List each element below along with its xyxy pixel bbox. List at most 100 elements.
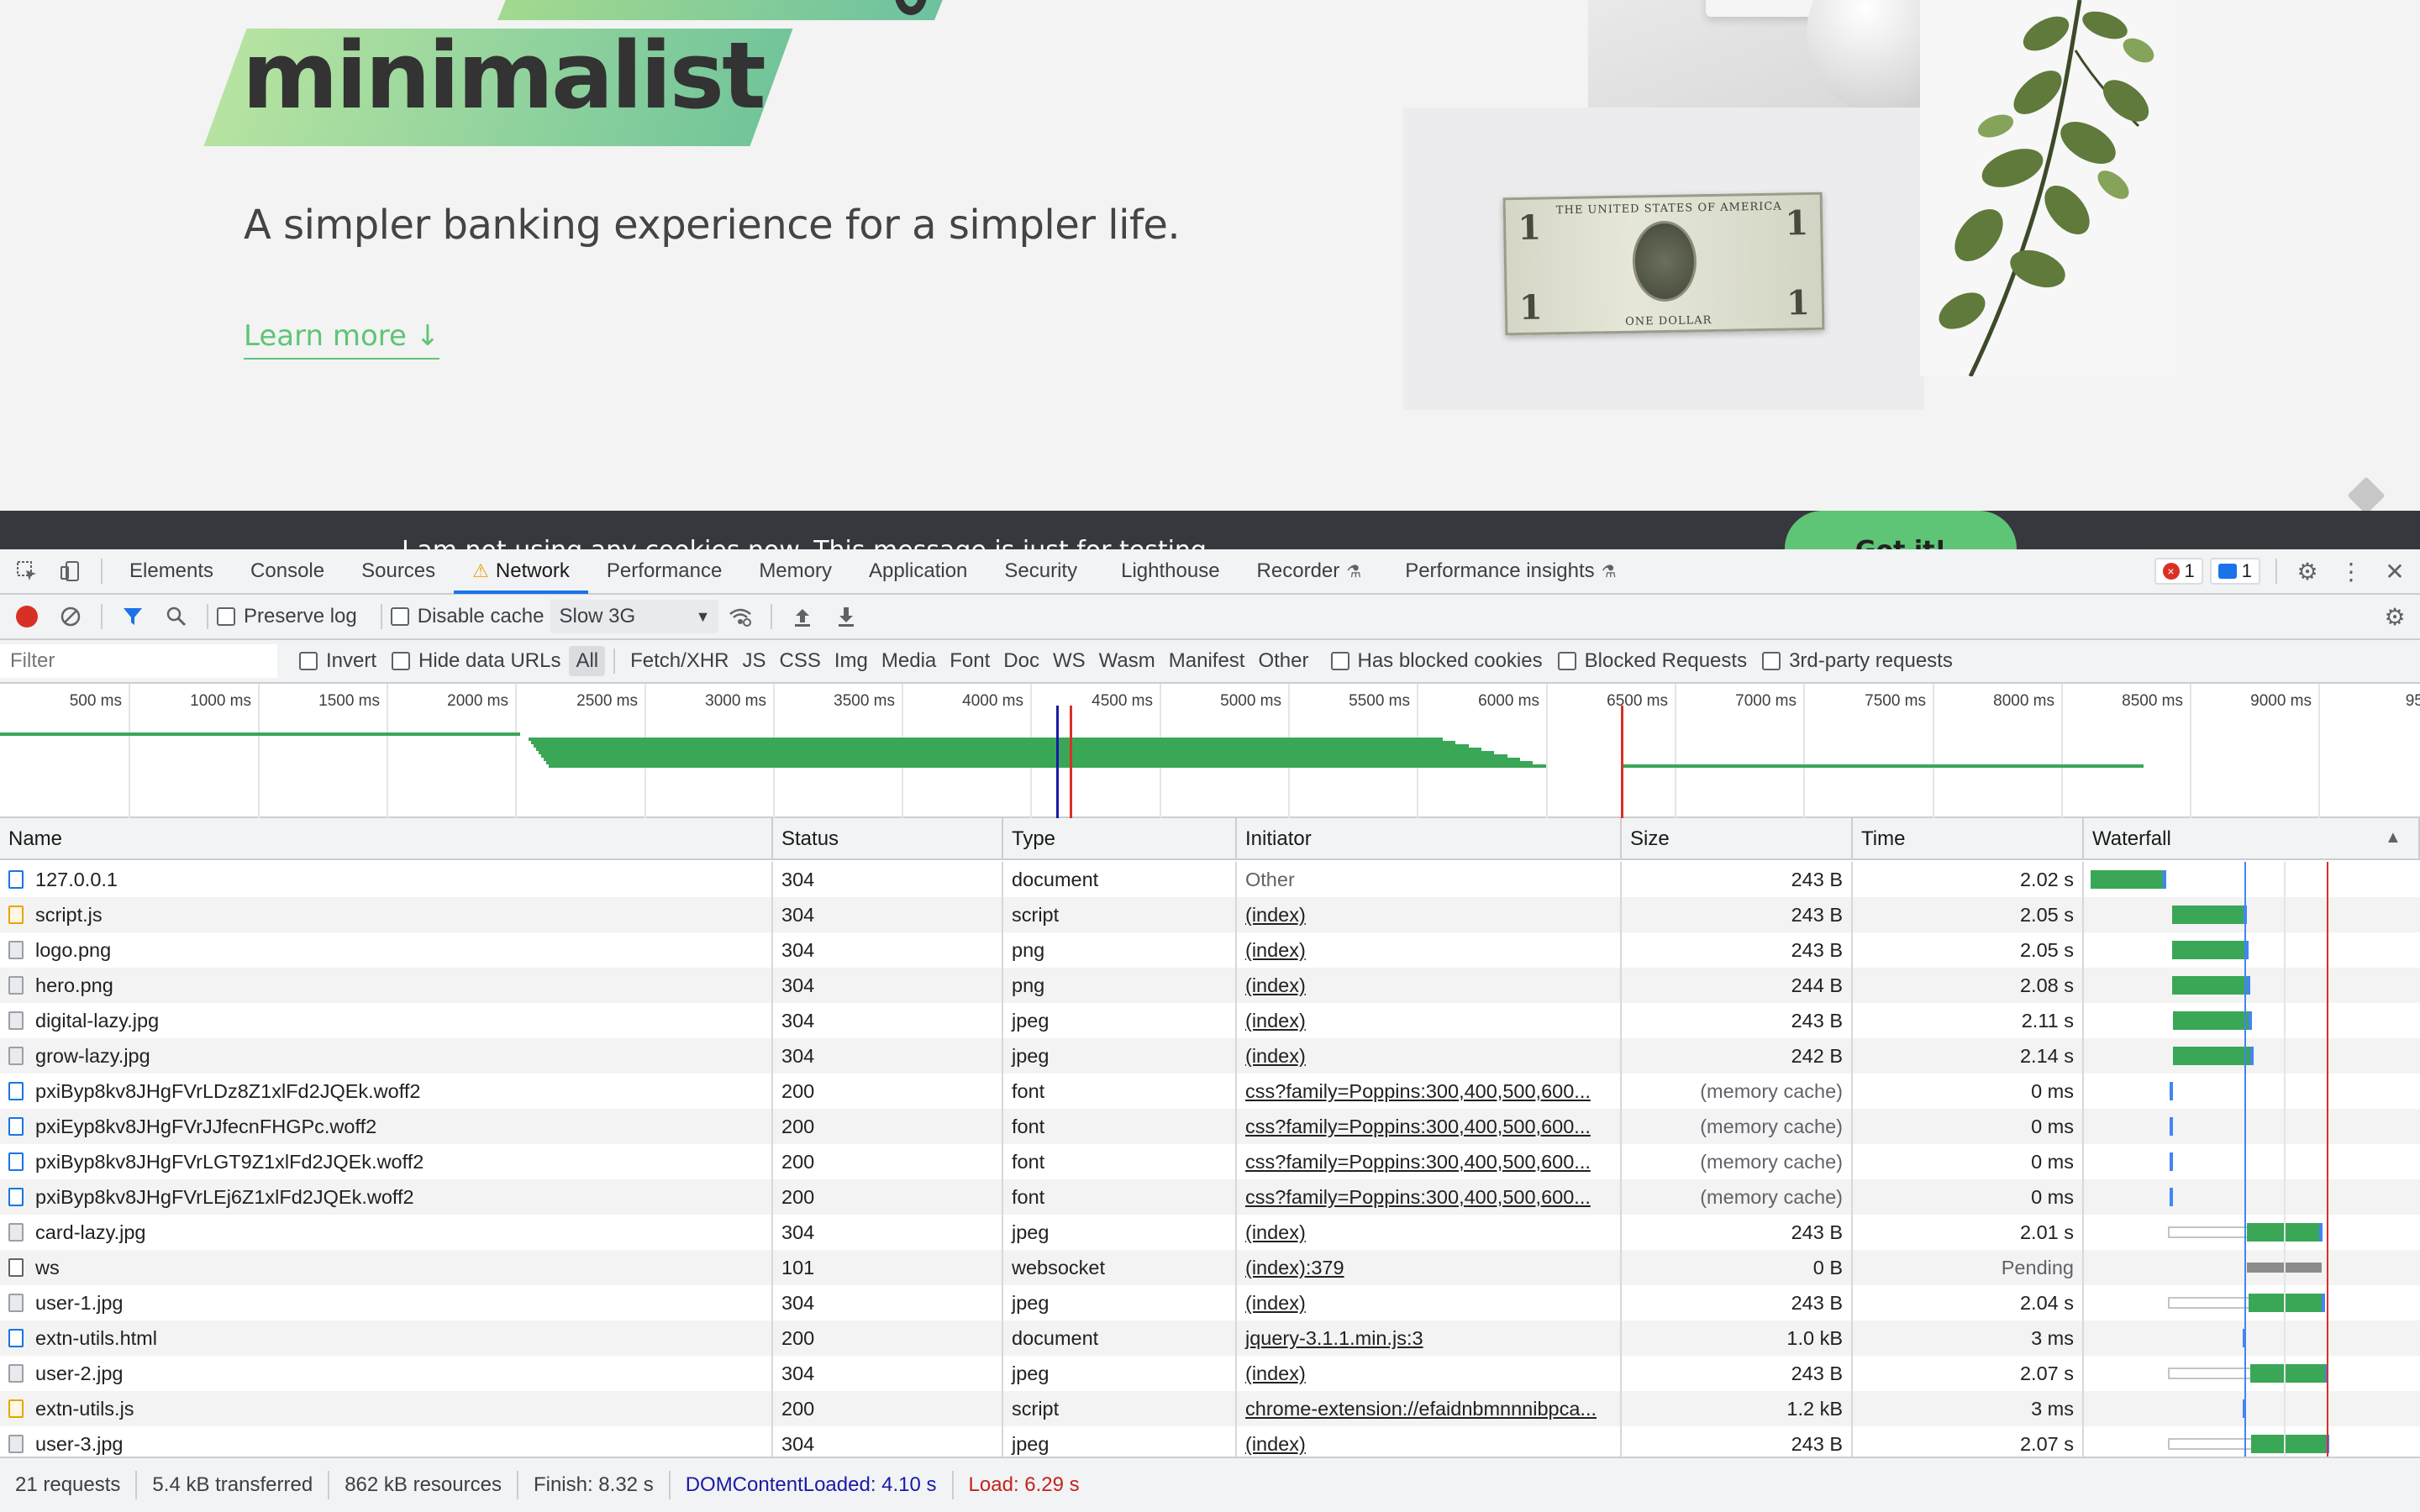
checkbox-box bbox=[299, 652, 318, 670]
error-count-badge[interactable]: × 1 bbox=[2154, 558, 2203, 585]
filter-type-media[interactable]: Media bbox=[875, 646, 943, 676]
cell-initiator[interactable]: css?family=Poppins:300,400,500,600... bbox=[1237, 1074, 1622, 1109]
column-header-time[interactable]: Time bbox=[1853, 818, 2084, 860]
filter-type-ws[interactable]: WS bbox=[1046, 646, 1092, 676]
cell-initiator[interactable]: css?family=Poppins:300,400,500,600... bbox=[1237, 1109, 1622, 1144]
tab-sources[interactable]: Sources bbox=[343, 549, 454, 594]
tab-lighthouse[interactable]: Lighthouse bbox=[1102, 549, 1238, 594]
table-row[interactable]: user-1.jpg 304 jpeg (index) 243 B 2.04 s bbox=[0, 1285, 2420, 1320]
column-header-size[interactable]: Size bbox=[1622, 818, 1853, 860]
cell-initiator[interactable]: (index) bbox=[1237, 968, 1622, 1003]
filter-type-css[interactable]: CSS bbox=[773, 646, 828, 676]
tab-memory[interactable]: Memory bbox=[740, 549, 850, 594]
message-count-badge[interactable]: 1 bbox=[2209, 558, 2260, 585]
table-row[interactable]: extn-utils.js 200 script chrome-extension:/… bbox=[0, 1391, 2420, 1426]
learn-more-link[interactable]: Learn more ↓ bbox=[244, 319, 440, 360]
tab-recorder[interactable]: Recorder ⚗ bbox=[1239, 549, 1381, 594]
table-row[interactable]: hero.png 304 png (index) 244 B 2.08 s bbox=[0, 968, 2420, 1003]
filter-type-wasm[interactable]: Wasm bbox=[1092, 646, 1162, 676]
table-row[interactable]: user-2.jpg 304 jpeg (index) 243 B 2.07 s bbox=[0, 1356, 2420, 1391]
cell-type: jpeg bbox=[1003, 1356, 1237, 1391]
filter-icon[interactable] bbox=[111, 595, 155, 638]
disable-cache-checkbox[interactable]: Disable cache bbox=[390, 605, 544, 628]
table-row[interactable]: grow-lazy.jpg 304 jpeg (index) 242 B 2.14 s bbox=[0, 1038, 2420, 1074]
tab-network[interactable]: ⚠ Network bbox=[454, 549, 588, 594]
network-conditions-icon[interactable] bbox=[718, 595, 762, 638]
table-row[interactable]: card-lazy.jpg 304 jpeg (index) 243 B 2.01 s bbox=[0, 1215, 2420, 1250]
clear-icon[interactable] bbox=[49, 595, 92, 638]
divider bbox=[380, 604, 382, 629]
table-row[interactable]: logo.png 304 png (index) 243 B 2.05 s bbox=[0, 932, 2420, 968]
network-overview-timeline[interactable]: 500 ms 1000 ms 1500 ms 2000 ms 2500 ms 3000 m… bbox=[0, 684, 2420, 818]
import-har-icon[interactable] bbox=[781, 595, 824, 638]
cell-name: extn-utils.html bbox=[0, 1320, 773, 1356]
more-options-icon[interactable]: ⋮ bbox=[2329, 549, 2373, 593]
inspect-element-icon[interactable] bbox=[5, 549, 49, 593]
cell-size: 242 B bbox=[1622, 1038, 1853, 1074]
table-row[interactable]: user-3.jpg 304 jpeg (index) 243 B 2.07 s bbox=[0, 1426, 2420, 1457]
table-row[interactable]: extn-utils.html 200 document jquery-3.1.1.m… bbox=[0, 1320, 2420, 1356]
table-row[interactable]: digital-lazy.jpg 304 jpeg (index) 243 B 2.11 … bbox=[0, 1003, 2420, 1038]
tab-performance[interactable]: Performance bbox=[588, 549, 740, 594]
cell-initiator[interactable]: (index) bbox=[1237, 1038, 1622, 1074]
cell-initiator[interactable]: jquery-3.1.1.min.js:3 bbox=[1237, 1320, 1622, 1356]
table-row[interactable]: 127.0.0.1 304 document Other 243 B 2.02 s bbox=[0, 862, 2420, 897]
cell-initiator[interactable]: chrome-extension://efaidnbmnnnibpca... bbox=[1237, 1391, 1622, 1426]
has-blocked-cookies-checkbox[interactable]: Has blocked cookies bbox=[1330, 649, 1543, 673]
table-row[interactable]: script.js 304 script (index) 243 B 2.05 s bbox=[0, 897, 2420, 932]
table-row[interactable]: pxiEyp8kv8JHgFVrJJfecnFHGPc.woff2 200 font… bbox=[0, 1109, 2420, 1144]
column-header-waterfall[interactable]: Waterfall bbox=[2084, 818, 2420, 860]
device-toolbar-icon[interactable] bbox=[49, 549, 92, 593]
filter-type-other[interactable]: Other bbox=[1251, 646, 1315, 676]
cell-initiator[interactable]: (index) bbox=[1237, 1426, 1622, 1457]
filter-type-manifest[interactable]: Manifest bbox=[1162, 646, 1252, 676]
filter-type-img[interactable]: Img bbox=[828, 646, 875, 676]
cell-time: 2.05 s bbox=[1853, 932, 2084, 968]
record-icon bbox=[16, 606, 38, 627]
column-header-type[interactable]: Type bbox=[1003, 818, 1237, 860]
invert-checkbox[interactable]: Invert bbox=[299, 649, 376, 673]
search-icon[interactable] bbox=[155, 595, 198, 638]
column-header-initiator[interactable]: Initiator bbox=[1237, 818, 1622, 860]
cell-type: jpeg bbox=[1003, 1003, 1237, 1038]
column-header-name[interactable]: Name bbox=[0, 818, 773, 860]
network-settings-gear-icon[interactable]: ⚙ bbox=[2373, 595, 2417, 638]
throttling-select[interactable]: Slow 3G ▼ bbox=[550, 600, 719, 633]
filter-input[interactable] bbox=[0, 644, 277, 678]
table-row[interactable]: ws 101 websocket (index):379 0 B Pending bbox=[0, 1250, 2420, 1285]
hero-subheading: A simpler banking experience for a simpl… bbox=[244, 202, 1181, 249]
cell-initiator[interactable]: css?family=Poppins:300,400,500,600... bbox=[1237, 1144, 1622, 1179]
export-har-icon[interactable] bbox=[824, 595, 868, 638]
settings-gear-icon[interactable]: ⚙ bbox=[2286, 549, 2329, 593]
table-row[interactable]: pxiByp8kv8JHgFVrLEj6Z1xlFd2JQEk.woff2 200… bbox=[0, 1179, 2420, 1215]
record-button[interactable] bbox=[5, 595, 49, 638]
tab-application[interactable]: Application bbox=[850, 549, 986, 594]
preserve-log-checkbox[interactable]: Preserve log bbox=[217, 605, 357, 628]
third-party-requests-checkbox[interactable]: 3rd-party requests bbox=[1762, 649, 1953, 673]
cell-initiator[interactable]: (index) bbox=[1237, 1215, 1622, 1250]
cell-initiator[interactable]: (index) bbox=[1237, 1003, 1622, 1038]
tab-security[interactable]: Security bbox=[986, 549, 1096, 594]
table-row[interactable]: pxiByp8kv8JHgFVrLGT9Z1xlFd2JQEk.woff2 200… bbox=[0, 1144, 2420, 1179]
blocked-requests-checkbox[interactable]: Blocked Requests bbox=[1557, 649, 1747, 673]
filter-type-js[interactable]: JS bbox=[736, 646, 773, 676]
cell-initiator[interactable]: (index) bbox=[1237, 1285, 1622, 1320]
cell-initiator[interactable]: (index) bbox=[1237, 1356, 1622, 1391]
filter-type-fetch-xhr[interactable]: Fetch/XHR bbox=[623, 646, 735, 676]
cell-initiator[interactable]: (index):379 bbox=[1237, 1250, 1622, 1285]
column-header-status[interactable]: Status bbox=[773, 818, 1003, 860]
hide-data-urls-checkbox[interactable]: Hide data URLs bbox=[392, 649, 560, 673]
filter-type-doc[interactable]: Doc bbox=[997, 646, 1046, 676]
tab-elements[interactable]: Elements bbox=[111, 549, 232, 594]
filter-type-font[interactable]: Font bbox=[943, 646, 997, 676]
tab-performance-insights[interactable]: Performance insights ⚗ bbox=[1386, 549, 1634, 594]
filter-type-all[interactable]: All bbox=[569, 646, 606, 676]
cell-initiator[interactable]: css?family=Poppins:300,400,500,600... bbox=[1237, 1179, 1622, 1215]
overview-tick-label: 4500 ms bbox=[1092, 692, 1153, 710]
cell-initiator[interactable]: (index) bbox=[1237, 932, 1622, 968]
cookie-accept-button[interactable]: Got it! bbox=[1785, 511, 2017, 549]
cell-initiator[interactable]: (index) bbox=[1237, 897, 1622, 932]
tab-console[interactable]: Console bbox=[232, 549, 343, 594]
close-devtools-icon[interactable]: ✕ bbox=[2373, 549, 2417, 593]
table-row[interactable]: pxiByp8kv8JHgFVrLDz8Z1xlFd2JQEk.woff2 200… bbox=[0, 1074, 2420, 1109]
